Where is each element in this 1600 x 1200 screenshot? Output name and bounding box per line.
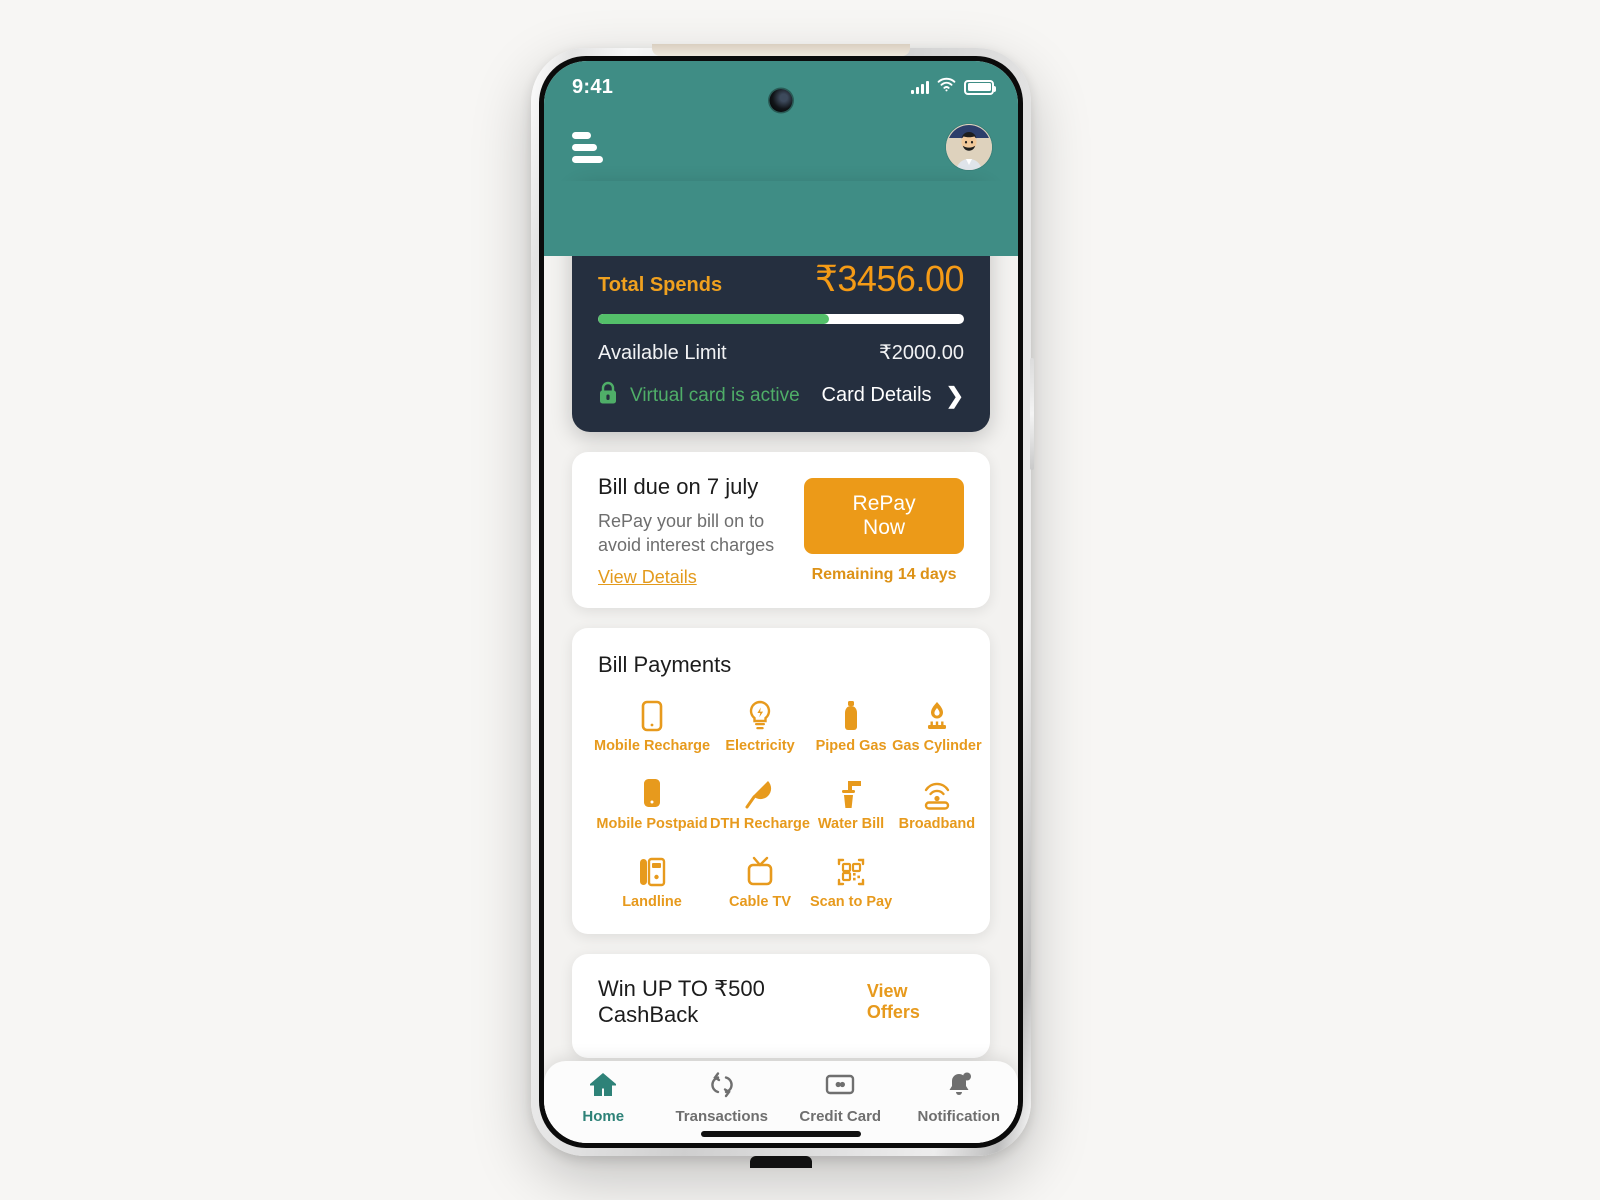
transactions-arrows-icon	[707, 1071, 737, 1103]
lightbulb-icon	[747, 698, 773, 732]
mobile-phone-icon	[641, 698, 663, 732]
bell-notification-icon	[944, 1071, 974, 1103]
hamburger-menu-icon[interactable]	[572, 131, 603, 163]
earpiece-slot	[652, 44, 910, 56]
bill-item-broadband[interactable]: Broadband	[892, 776, 981, 832]
available-limit-amount: ₹2000.00	[878, 342, 964, 364]
card-details-link[interactable]: Card Details ❯	[822, 383, 964, 409]
bill-item-label: Scan to Pay	[809, 893, 893, 910]
total-spends-label: Total Spends	[598, 274, 723, 296]
satellite-dish-icon	[745, 776, 775, 810]
bill-item-electricity[interactable]: Electricity	[710, 698, 810, 754]
remaining-days-label: Remaining 14 days	[811, 566, 957, 583]
landline-phone-icon	[638, 854, 666, 888]
virtual-card-status-text: Virtual card is active	[630, 384, 800, 406]
total-spends-row: Total Spends ₹3456.00	[598, 258, 965, 300]
cashback-text: Win UP TO ₹500 CashBack	[598, 975, 765, 1027]
bill-payments-grid: Mobile Recharge Electricity Piped Gas Ga…	[594, 698, 982, 910]
front-camera-punch-hole	[769, 89, 793, 112]
bottom-navigation-bar: Home Transactions Credit Card Notificati…	[544, 1061, 1018, 1143]
nav-item-label: Credit Card	[799, 1108, 882, 1125]
bill-item-label: Gas Cylinder	[892, 737, 982, 754]
qr-code-icon	[836, 854, 866, 888]
bill-item-water-bill[interactable]: Water Bill	[810, 776, 892, 832]
bill-item-scan-to-pay[interactable]: Scan to Pay	[810, 854, 892, 910]
television-icon	[745, 854, 775, 888]
nav-item-label: Transactions	[675, 1108, 769, 1125]
cashback-offer-card: Win UP TO ₹500 CashBack View Offers	[572, 953, 990, 1058]
spend-progress-bar	[598, 314, 964, 324]
card-status-row: Virtual card is active Card Details ❯	[598, 381, 964, 410]
view-details-link[interactable]: View Details	[598, 567, 697, 588]
bill-item-label: Landline	[622, 893, 682, 910]
bill-item-label: Electricity	[725, 737, 795, 754]
charging-port	[750, 1156, 812, 1168]
phone-frame: 9:41 Total Spends ₹3456.00 Available Lim…	[531, 44, 1034, 1168]
bill-item-label: DTH Recharge	[710, 815, 810, 832]
bill-item-dth-recharge[interactable]: DTH Recharge	[710, 776, 810, 832]
app-header	[544, 113, 1018, 181]
nav-item-label: Notification	[917, 1108, 1001, 1125]
app-scroll-body[interactable]: InstaPayU Total Spends ₹3456.00 Availabl…	[544, 181, 1018, 1143]
bill-payments-card: Bill Payments Mobile Recharge Electricit…	[572, 627, 990, 934]
bill-due-info: Bill due on 7 july RePay your bill on to…	[598, 474, 804, 588]
repay-now-button[interactable]: RePay Now	[804, 478, 964, 554]
nav-item-notification[interactable]: Notification	[900, 1071, 1019, 1125]
credit-card-icon	[824, 1071, 856, 1103]
bill-item-label: Mobile Postpaid	[596, 815, 708, 832]
bill-item-landline[interactable]: Landline	[594, 854, 710, 910]
card-details-label: Card Details	[821, 384, 932, 406]
status-bar-time: 9:41	[572, 75, 614, 98]
gas-burner-flame-icon	[923, 698, 951, 732]
gas-bottle-icon	[841, 698, 861, 732]
status-bar: 9:41	[544, 61, 1018, 113]
phone-bezel: 9:41 Total Spends ₹3456.00 Available Lim…	[539, 56, 1023, 1148]
battery-icon	[964, 79, 996, 95]
bill-due-card: Bill due on 7 july RePay your bill on to…	[572, 452, 990, 608]
water-tap-glass-icon	[838, 776, 864, 810]
chevron-right-icon: ❯	[945, 382, 964, 408]
nav-item-credit-card[interactable]: Credit Card	[781, 1071, 900, 1125]
power-button[interactable]	[1030, 358, 1034, 470]
bill-item-gas-cylinder[interactable]: Gas Cylinder	[892, 698, 982, 754]
virtual-card-status: Virtual card is active	[598, 381, 800, 410]
bill-item-label: Mobile Recharge	[594, 737, 711, 754]
wifi-router-icon	[922, 776, 952, 810]
lock-icon	[598, 381, 618, 410]
available-limit-row: Available Limit ₹2000.00	[598, 340, 964, 365]
bill-item-cable-tv[interactable]: Cable TV	[710, 854, 810, 910]
nav-item-home[interactable]: Home	[544, 1071, 663, 1125]
bill-item-mobile-postpaid[interactable]: Mobile Postpaid	[594, 776, 710, 832]
home-indicator	[701, 1131, 861, 1137]
user-avatar[interactable]	[946, 124, 992, 170]
available-limit-label: Available Limit	[598, 342, 727, 364]
nav-item-transactions[interactable]: Transactions	[663, 1071, 782, 1125]
repay-column: RePay Now Remaining 14 days	[804, 474, 964, 584]
bill-item-piped-gas[interactable]: Piped Gas	[810, 698, 892, 754]
bill-payments-title: Bill Payments	[598, 651, 732, 677]
view-offers-link[interactable]: View Offers	[867, 981, 964, 1023]
nav-item-label: Home	[582, 1108, 625, 1125]
total-spends-amount: ₹3456.00	[814, 258, 965, 299]
wifi-icon	[937, 77, 956, 97]
bill-item-mobile-recharge[interactable]: Mobile Recharge	[594, 698, 710, 754]
bill-due-subtitle: RePay your bill on to avoid interest cha…	[598, 511, 775, 556]
bill-item-label: Cable TV	[728, 893, 792, 910]
cellular-signal-icon	[911, 80, 929, 94]
spend-progress-fill	[598, 314, 829, 324]
home-icon	[588, 1071, 618, 1103]
bill-item-label: Broadband	[898, 815, 976, 832]
bill-item-label: Piped Gas	[815, 737, 887, 754]
phone-screen: 9:41 Total Spends ₹3456.00 Available Lim…	[544, 61, 1018, 1143]
bill-due-title: Bill due on 7 july	[598, 474, 759, 499]
status-bar-icons	[911, 77, 996, 97]
header-teal-backdrop	[544, 181, 1018, 256]
mobile-phone-filled-icon	[641, 776, 663, 810]
bill-item-label: Water Bill	[817, 815, 885, 832]
